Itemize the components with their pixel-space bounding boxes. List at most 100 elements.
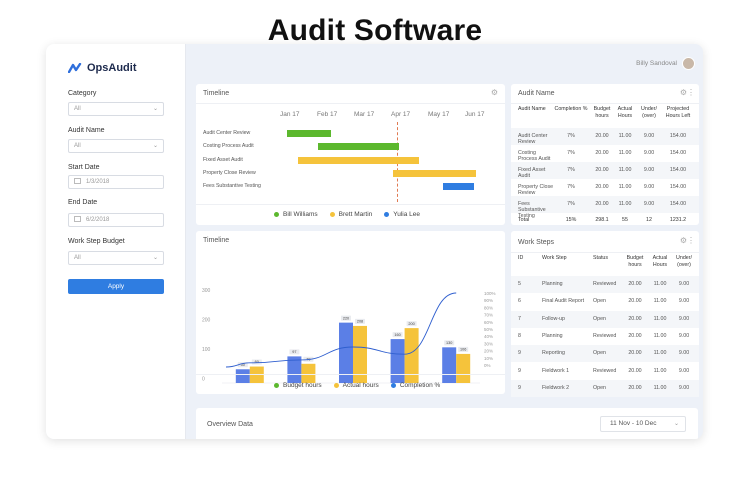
task-label: Fixed Asset Audit bbox=[203, 156, 243, 163]
legend-dot bbox=[390, 383, 396, 388]
table-cell: 11.00 bbox=[653, 384, 667, 391]
table-cell: Fieldwork 1 bbox=[542, 367, 570, 374]
work-steps-title: Work Steps bbox=[518, 239, 555, 246]
table-header-cell: Status bbox=[593, 255, 609, 261]
table-total-cell: 1231.2 bbox=[669, 217, 687, 223]
data-label: 130 bbox=[446, 341, 452, 345]
legend-dot bbox=[333, 383, 339, 388]
y-tick-label: 200 bbox=[202, 318, 211, 324]
audit-table-card: Audit Name ⚙ ⋮ Audit Name Completion % Bud… bbox=[511, 84, 699, 225]
timeline-title: Timeline bbox=[203, 90, 230, 97]
legend-dot bbox=[384, 212, 390, 217]
month-label: Feb 17 bbox=[317, 111, 338, 118]
table-total-cell: 12 bbox=[646, 217, 652, 223]
table-cell: 154.00 bbox=[669, 167, 687, 173]
legend-item: Budget hours bbox=[274, 382, 322, 389]
y2-tick-label: 0% bbox=[484, 363, 491, 368]
chevron-down-icon: ⌄ bbox=[152, 143, 158, 149]
table-cell: 9.00 bbox=[643, 167, 655, 173]
gantt-bar[interactable] bbox=[287, 130, 331, 137]
table-cell: 20.00 bbox=[595, 167, 609, 173]
app-window: OpsAudit Category All ⌄ Audit Name All ⌄… bbox=[46, 44, 703, 439]
overview-title: Overview Data bbox=[207, 421, 253, 428]
gantt-bar[interactable] bbox=[298, 156, 419, 164]
data-label: 200 bbox=[408, 322, 414, 326]
work-step-budget-label: Work Step Budget bbox=[68, 238, 125, 245]
audit-name-select[interactable]: All ⌄ bbox=[68, 139, 164, 153]
y2-tick-label: 60% bbox=[484, 320, 493, 325]
legend-item: Yulia Lee bbox=[384, 211, 420, 218]
table-cell: 154.00 bbox=[669, 133, 687, 139]
y-tick-label: 300 bbox=[202, 288, 211, 294]
gantt-bar[interactable] bbox=[443, 183, 474, 191]
y2-tick-label: 70% bbox=[484, 313, 493, 318]
gear-icon[interactable]: ⚙ bbox=[680, 88, 687, 97]
date-range-select[interactable]: 11 Nov - 10 Dec ⌄ bbox=[600, 416, 686, 432]
table-cell: 20.00 bbox=[628, 298, 642, 305]
legend-item: Bill Williams bbox=[274, 211, 318, 218]
gear-icon[interactable]: ⚙ bbox=[491, 88, 498, 97]
table-cell: 9 bbox=[518, 350, 521, 357]
legend-label: Budget hours bbox=[283, 382, 322, 389]
table-cell: 20.00 bbox=[595, 184, 609, 190]
more-icon[interactable]: ⋮ bbox=[687, 236, 695, 245]
audit-table: Audit Name Completion % Budget hours Actual… bbox=[511, 104, 699, 224]
legend-item: Actual hours bbox=[333, 382, 379, 389]
table-cell: 11.00 bbox=[653, 350, 667, 357]
apply-button[interactable]: Apply bbox=[68, 279, 164, 294]
table-cell: Final Audit Report bbox=[542, 298, 585, 305]
table-cell: 6 bbox=[518, 298, 521, 305]
table-header-cell: Actual Hours bbox=[617, 106, 633, 119]
table-cell: Planning bbox=[542, 281, 563, 288]
table-cell: 11.00 bbox=[653, 333, 667, 340]
table-cell: 7% bbox=[567, 167, 575, 173]
data-label: 220 bbox=[343, 316, 349, 320]
start-date-input[interactable]: 1/3/2018 bbox=[68, 175, 164, 189]
table-cell: 7% bbox=[567, 133, 575, 139]
budget-bar bbox=[442, 347, 457, 383]
table-cell: Reviewed bbox=[593, 367, 617, 374]
work-step-budget-select[interactable]: All ⌄ bbox=[68, 251, 164, 265]
end-date-input[interactable]: 6/2/2018 bbox=[68, 213, 164, 227]
table-cell: 11.00 bbox=[618, 201, 632, 207]
table-total-cell: 15% bbox=[565, 217, 577, 223]
table-cell: 9.00 bbox=[678, 333, 690, 340]
data-label: 208 bbox=[357, 320, 363, 324]
more-icon[interactable]: ⋮ bbox=[687, 88, 695, 97]
task-label: Fees Substantive Testing bbox=[203, 183, 261, 190]
table-cell: 9.00 bbox=[643, 184, 655, 190]
table-cell: 11.00 bbox=[653, 367, 667, 374]
start-date-label: Start Date bbox=[68, 164, 100, 171]
user-menu[interactable]: Billy Sandoval bbox=[636, 57, 695, 70]
gantt-bar[interactable] bbox=[392, 169, 477, 177]
table-cell: 7 bbox=[518, 315, 521, 322]
hours-chart-card: Timeline 300 200 100 0 100% 90% 80% 70% 60% 50% 40… bbox=[196, 231, 505, 394]
logo-text: OpsAudit bbox=[87, 62, 137, 74]
work-step-budget-value: All bbox=[74, 255, 81, 261]
category-label: Category bbox=[68, 90, 97, 97]
gantt-bar[interactable] bbox=[317, 143, 400, 151]
hours-bar-chart: 300 200 100 0 100% 90% 80% 70% 60% 50% 40% 30% 20% 10… bbox=[202, 288, 496, 384]
table-cell: 11.00 bbox=[653, 315, 667, 322]
page-title: Audit Software bbox=[267, 14, 483, 47]
category-select[interactable]: All ⌄ bbox=[68, 102, 164, 116]
table-header-cell: Work Step bbox=[542, 255, 567, 261]
y2-tick-label: 50% bbox=[484, 327, 493, 332]
legend-label: Yulia Lee bbox=[393, 211, 421, 218]
table-cell: 7% bbox=[567, 184, 575, 190]
legend-dot bbox=[274, 383, 279, 388]
table-cell: Reporting bbox=[542, 350, 565, 357]
work-steps-table: ID Work Step Status Budget hours Actual Hour… bbox=[511, 253, 699, 398]
overview-card: Overview Data 11 Nov - 10 Dec ⌄ bbox=[196, 408, 698, 439]
y-tick-label: 100 bbox=[202, 347, 211, 353]
month-label: Mar 17 bbox=[354, 111, 375, 118]
gear-icon[interactable]: ⚙ bbox=[680, 236, 687, 245]
table-header-cell: ID bbox=[518, 255, 524, 261]
task-label: Costing Process Audit bbox=[203, 143, 254, 150]
chevron-down-icon: ⌄ bbox=[673, 421, 679, 427]
month-label: May 17 bbox=[428, 111, 450, 118]
y2-tick-label: 20% bbox=[484, 349, 493, 354]
table-cell: 8 bbox=[518, 333, 521, 340]
table-cell: 9.00 bbox=[678, 315, 690, 322]
table-cell: 9 bbox=[518, 384, 521, 391]
